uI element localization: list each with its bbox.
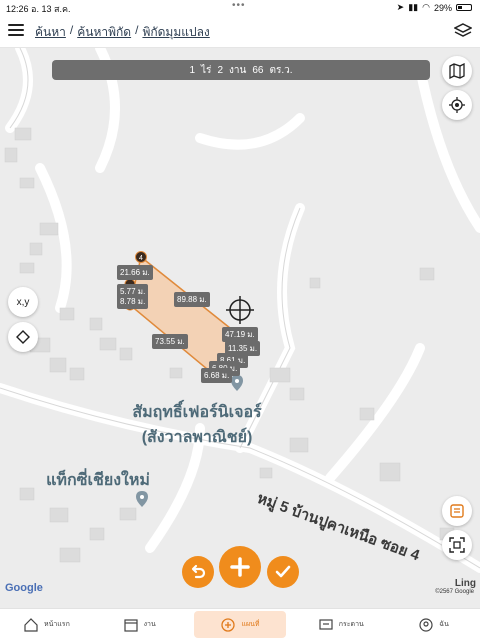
- nav-jobs[interactable]: งาน: [93, 609, 186, 640]
- board-icon: [319, 618, 333, 630]
- diamond-icon: [16, 330, 30, 344]
- nav-label: งาน: [143, 621, 156, 628]
- plus-circle-icon: [221, 617, 236, 632]
- home-icon: [24, 617, 38, 632]
- google-logo: Google: [5, 582, 43, 594]
- breadcrumb: ค้นหา / ค้นหาพิกัด / พิกัดมุมแปลง: [35, 23, 210, 42]
- bottom-nav: หน้าแรก งาน แผนที่ กระดาน ฉัน: [0, 608, 480, 640]
- nav-profile[interactable]: ฉัน: [387, 609, 480, 640]
- map-pin-icon: [136, 491, 148, 507]
- breadcrumb-search-coordinates[interactable]: ค้นหาพิกัด: [77, 23, 131, 42]
- status-bar: 12:26 อ. 13 ส.ค. ••• ➤ ▮▮ ◠ 29%: [0, 0, 480, 14]
- signal-icon: ▮▮: [408, 2, 419, 12]
- ling-logo: Ling: [454, 578, 476, 589]
- vertex-label: 4: [139, 255, 143, 262]
- menu-icon[interactable]: [8, 24, 24, 36]
- location-icon: ➤: [396, 2, 405, 12]
- xy-coordinate-button[interactable]: x,y: [8, 287, 38, 317]
- nav-label: หน้าแรก: [43, 621, 70, 628]
- measure-label: 89.88 ม.: [174, 292, 210, 307]
- poi-furniture-label: สัมฤทธิ์เฟอร์นิเจอร์ (สังวาลพาณิชย์): [132, 404, 262, 446]
- undo-icon: [191, 564, 206, 579]
- breadcrumb-separator: /: [135, 23, 139, 37]
- add-point-button[interactable]: [219, 546, 261, 588]
- measure-label: 47.19 ม.: [222, 327, 258, 342]
- area-rai: 1: [189, 64, 196, 76]
- camera-focus-icon: [449, 537, 465, 553]
- map-type-button[interactable]: [442, 56, 472, 86]
- nav-label: ฉัน: [439, 621, 449, 628]
- status-right: ➤ ▮▮ ◠ 29%: [397, 2, 472, 13]
- check-icon: [275, 565, 291, 578]
- nav-label: แผนที่: [241, 621, 260, 628]
- compass-button[interactable]: [8, 322, 38, 352]
- breadcrumb-plot-corners[interactable]: พิกัดมุมแปลง: [142, 23, 209, 42]
- nav-board[interactable]: กระดาน: [294, 609, 387, 640]
- area-ngan: 2: [217, 64, 223, 76]
- battery-icon: [456, 4, 472, 11]
- xy-label: x,y: [16, 296, 30, 308]
- poi-taxi-label: แท็กซี่เชียงใหม่: [46, 472, 150, 489]
- area-wa: 66: [252, 64, 264, 76]
- map-view[interactable]: 4 1 1 ไร่ 2 งาน 66 ตร.ว.: [0, 48, 480, 608]
- status-dots: •••: [232, 0, 246, 11]
- measure-label: 21.66 ม.: [117, 265, 153, 280]
- save-plot-button[interactable]: [442, 496, 472, 526]
- layers-icon[interactable]: [454, 22, 472, 40]
- map-icon: [449, 63, 465, 79]
- breadcrumb-separator: /: [69, 23, 74, 37]
- area-wa-unit: ตร.ว.: [269, 64, 293, 76]
- measure-label: 73.55 ม.: [152, 334, 188, 349]
- confirm-button[interactable]: [267, 556, 299, 588]
- undo-button[interactable]: [182, 556, 214, 588]
- measure-label: 8.78 ม.: [117, 294, 149, 309]
- gps-icon: [449, 97, 465, 113]
- area-ngan-unit: งาน: [229, 64, 247, 76]
- crosshair-icon: [226, 296, 254, 324]
- top-bar: ค้นหา / ค้นหาพิกัด / พิกัดมุมแปลง: [0, 14, 480, 48]
- calendar-icon: [124, 618, 138, 632]
- measure-label: 6.68 ม.: [201, 368, 233, 383]
- nav-label: กระดาน: [338, 621, 364, 628]
- wifi-icon: ◠: [422, 2, 430, 12]
- map-copyright: ©2567 Google: [435, 589, 474, 595]
- breadcrumb-search[interactable]: ค้นหา: [35, 23, 66, 42]
- screenshot-button[interactable]: [442, 530, 472, 560]
- my-location-button[interactable]: [442, 90, 472, 120]
- plus-icon: [230, 557, 250, 577]
- area-rai-unit: ไร่: [201, 64, 212, 76]
- document-icon: [450, 504, 464, 518]
- user-icon: [419, 617, 433, 632]
- nav-home[interactable]: หน้าแรก: [0, 609, 93, 640]
- map-pin-icon: [231, 375, 243, 391]
- area-banner: 1 ไร่ 2 งาน 66 ตร.ว.: [52, 60, 430, 80]
- nav-map[interactable]: แผนที่: [193, 611, 287, 638]
- battery-percent: 29%: [433, 2, 452, 13]
